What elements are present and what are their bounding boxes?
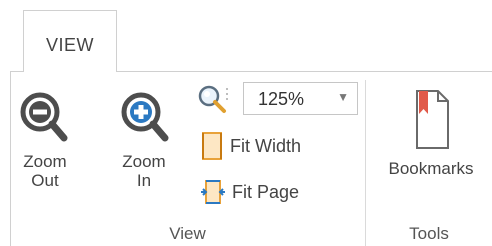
magnifier-plus-icon (115, 90, 173, 150)
ribbon-window: VIEW Zoom Out Zoom In 125% ▼ Fit Width F… (0, 0, 492, 246)
zoom-in-button[interactable]: Zoom In (115, 90, 173, 190)
zoom-out-label-line1: Zoom (23, 152, 67, 171)
fit-width-label: Fit Width (230, 135, 302, 156)
fit-page-icon (200, 177, 226, 207)
zoom-level-value: 125% (258, 89, 305, 109)
bookmarks-label: Bookmarks (388, 159, 474, 178)
fit-width-button[interactable]: Fit Width (200, 131, 301, 161)
zoom-in-label-line2: In (136, 171, 152, 190)
fit-width-icon (200, 131, 224, 161)
magnifier-icon (196, 84, 230, 114)
zoom-out-button[interactable]: Zoom Out (18, 90, 72, 190)
group-label-tools: Tools (409, 224, 449, 243)
tab-view-label: VIEW (45, 35, 94, 55)
group-separator (365, 80, 366, 246)
bookmarks-button[interactable]: Bookmarks (372, 88, 490, 178)
group-label-view: View (169, 224, 206, 243)
bookmark-icon (372, 88, 490, 154)
tab-view[interactable]: VIEW (23, 10, 117, 72)
chevron-down-icon: ▼ (337, 90, 349, 104)
fit-page-label: Fit Page (232, 181, 300, 202)
magnifier-minus-icon (18, 90, 72, 150)
zoom-level-dropdown[interactable]: 125% ▼ (243, 82, 358, 115)
zoom-in-label-line1: Zoom (122, 152, 166, 171)
fit-page-button[interactable]: Fit Page (200, 177, 299, 207)
zoom-out-label-line2: Out (31, 171, 59, 190)
